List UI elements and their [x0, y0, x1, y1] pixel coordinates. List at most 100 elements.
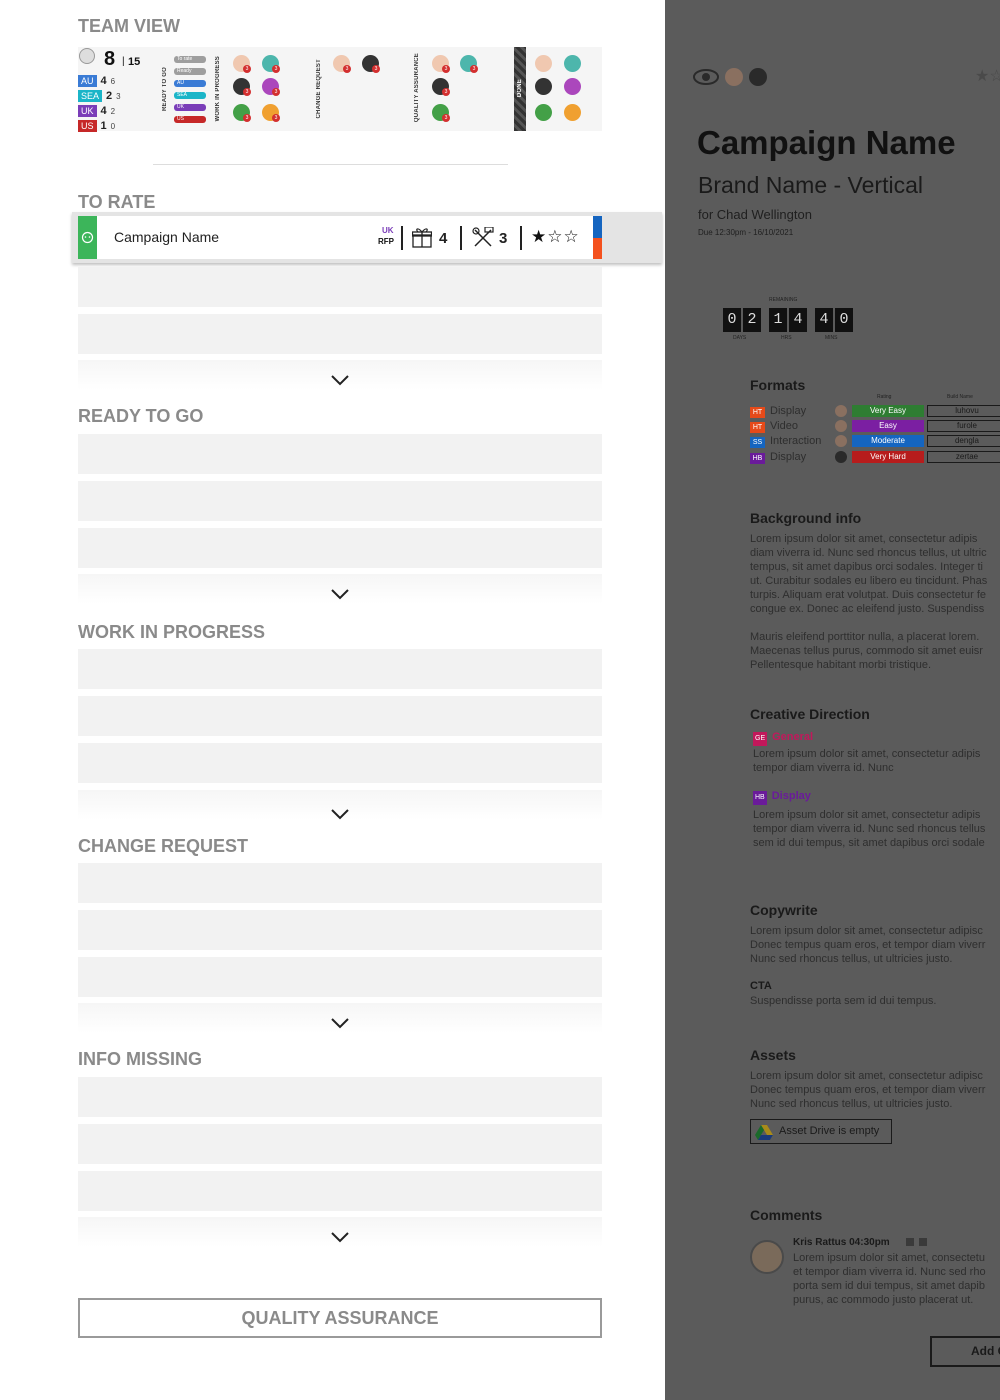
- format-name: Display: [770, 451, 807, 463]
- build-name-field[interactable]: luhovu: [927, 405, 1000, 417]
- watcher-avatar[interactable]: [725, 68, 743, 86]
- pill-to-rate: To rate: [174, 56, 206, 63]
- creative-label: General: [772, 731, 814, 743]
- creative-line: tempor diam viverra id. Nunc sed rhoncus…: [753, 823, 986, 835]
- section-title-wip: WORK IN PROGRESS: [78, 622, 266, 642]
- background-line: ut. Curabitur sodales eu libero eu tinci…: [750, 575, 988, 587]
- campaign-name: Campaign Name: [114, 229, 220, 245]
- delete-icon[interactable]: [919, 1238, 927, 1246]
- copywrite-line: Lorem ipsum dolor sit amet, consectetur …: [750, 925, 983, 937]
- build-name-field[interactable]: dengla: [927, 435, 1000, 447]
- quality-assurance-button[interactable]: QUALITY ASSURANCE: [78, 1298, 602, 1338]
- count-badge: 3: [442, 65, 450, 73]
- kanban-panel: TEAM VIEW 8 | 15 AU 4 6 SEA 2 3 UK 4 2 U…: [0, 0, 665, 1400]
- background-line: tempus, sit amet dapibus orci sodales. I…: [750, 561, 983, 573]
- chevron-down-icon[interactable]: [330, 1016, 350, 1030]
- campaign-card-body: Campaign Name UK RFP 4 3 ★☆☆: [78, 216, 602, 259]
- placeholder-card: [78, 696, 602, 736]
- chevron-down-icon[interactable]: [330, 587, 350, 601]
- edit-icon[interactable]: [906, 1238, 914, 1246]
- region-row-us: US 1 0: [78, 119, 115, 133]
- add-comment-button[interactable]: Add C: [930, 1336, 1000, 1367]
- commenter-avatar: [750, 1240, 784, 1274]
- campaign-type: RFP: [378, 237, 394, 246]
- countdown-digit: 1: [769, 308, 787, 332]
- copywrite-line: Donec tempus quam eros, et tempor diam v…: [750, 939, 986, 951]
- build-name-field[interactable]: furole: [927, 420, 1000, 432]
- region-row-uk: UK 4 2: [78, 104, 115, 118]
- divider: [153, 164, 508, 165]
- star-rating[interactable]: ★☆☆: [531, 227, 580, 247]
- placeholder-card: [78, 528, 602, 568]
- google-drive-icon: [755, 1125, 773, 1140]
- assignee-avatar[interactable]: [835, 435, 847, 447]
- team-total-of: 15: [128, 56, 141, 68]
- assignee-avatar[interactable]: [835, 451, 847, 463]
- assignee-avatar[interactable]: [835, 405, 847, 417]
- detail-subtitle: Brand Name - Vertical: [698, 172, 923, 198]
- creative-tag: GE: [753, 732, 768, 746]
- countdown-digit: 0: [723, 308, 741, 332]
- eye-icon[interactable]: [693, 68, 719, 86]
- build-name-field[interactable]: zertae: [927, 451, 1000, 463]
- chevron-down-icon[interactable]: [330, 807, 350, 821]
- rating-select[interactable]: Moderate: [852, 435, 924, 447]
- pill-au: AU: [174, 80, 206, 87]
- team-view-title: TEAM VIEW: [78, 16, 180, 36]
- comment-line: porta sem id dui tempus, sit amet dapib: [793, 1280, 985, 1292]
- detail-title: Campaign Name: [697, 124, 956, 161]
- placeholder-card: [78, 1124, 602, 1164]
- chevron-down-icon[interactable]: [330, 373, 350, 387]
- chevron-down-icon[interactable]: [330, 1230, 350, 1244]
- creative-label: Display: [771, 790, 811, 802]
- pill-uk: UK: [174, 104, 206, 111]
- region-tag: US: [78, 120, 97, 132]
- team-view-panel[interactable]: 8 | 15 AU 4 6 SEA 2 3 UK 4 2 US 1 0 READ…: [78, 47, 602, 133]
- count-badge: 3: [243, 65, 251, 73]
- pill-sea: SEA: [174, 92, 206, 99]
- comment-line: Lorem ipsum dolor sit amet, consectetu: [793, 1252, 985, 1264]
- watcher-avatar[interactable]: [749, 68, 767, 86]
- countdown-mins-label: MINS: [825, 335, 838, 341]
- member-avatar[interactable]: [535, 55, 552, 72]
- team-total: 8: [104, 48, 116, 70]
- countdown-digit: 0: [835, 308, 853, 332]
- assets-line: Donec tempus quam eros, et tempor diam v…: [750, 1084, 986, 1096]
- format-name: Display: [770, 405, 807, 417]
- assignee-avatar[interactable]: [835, 420, 847, 432]
- background-line: Pellentesque habitant morbi tristique.: [750, 659, 931, 671]
- background-line: Lorem ipsum dolor sit amet, consectetur …: [750, 533, 978, 545]
- member-avatar[interactable]: [564, 104, 581, 121]
- creative-line: Lorem ipsum dolor sit amet, consectetur …: [753, 809, 981, 821]
- team-total-separator: |: [122, 56, 125, 67]
- member-avatar[interactable]: [564, 78, 581, 95]
- gift-count: 4: [439, 230, 448, 247]
- member-avatar[interactable]: [564, 55, 581, 72]
- pill-us: US: [174, 116, 206, 123]
- gift-icon: [412, 228, 432, 248]
- team-avatar: [79, 48, 95, 64]
- star-icon[interactable]: ★☆: [975, 66, 1000, 86]
- asset-drive-button[interactable]: Asset Drive is empty: [750, 1119, 892, 1144]
- creative-item-header: HB Display: [753, 789, 811, 805]
- member-avatar[interactable]: [535, 104, 552, 121]
- background-line: Mauris eleifend porttitor nulla, a place…: [750, 631, 980, 643]
- detail-client: for Chad Wellington: [698, 207, 812, 222]
- status-strip: [78, 216, 97, 259]
- background-line: congue ex. Donec ac eleifend justo. Susp…: [750, 603, 985, 615]
- rating-select[interactable]: Very Easy: [852, 405, 924, 417]
- creative-line: Lorem ipsum dolor sit amet, consectetur …: [753, 748, 981, 760]
- rating-select[interactable]: Easy: [852, 420, 924, 432]
- count-badge: 3: [243, 114, 251, 122]
- count-badge: 3: [442, 114, 450, 122]
- pill-ready: Ready: [174, 68, 206, 75]
- campaign-card[interactable]: Campaign Name UK RFP 4 3 ★☆☆: [72, 212, 662, 263]
- format-tag: SS: [750, 437, 765, 448]
- count-badge: 3: [272, 114, 280, 122]
- priority-flag: [593, 216, 602, 259]
- placeholder-card: [78, 863, 602, 903]
- background-title: Background info: [750, 510, 862, 526]
- rating-select[interactable]: Very Hard: [852, 451, 924, 463]
- comment-line: purus, ac commodo justo placerat ut.: [793, 1294, 974, 1306]
- member-avatar[interactable]: [535, 78, 552, 95]
